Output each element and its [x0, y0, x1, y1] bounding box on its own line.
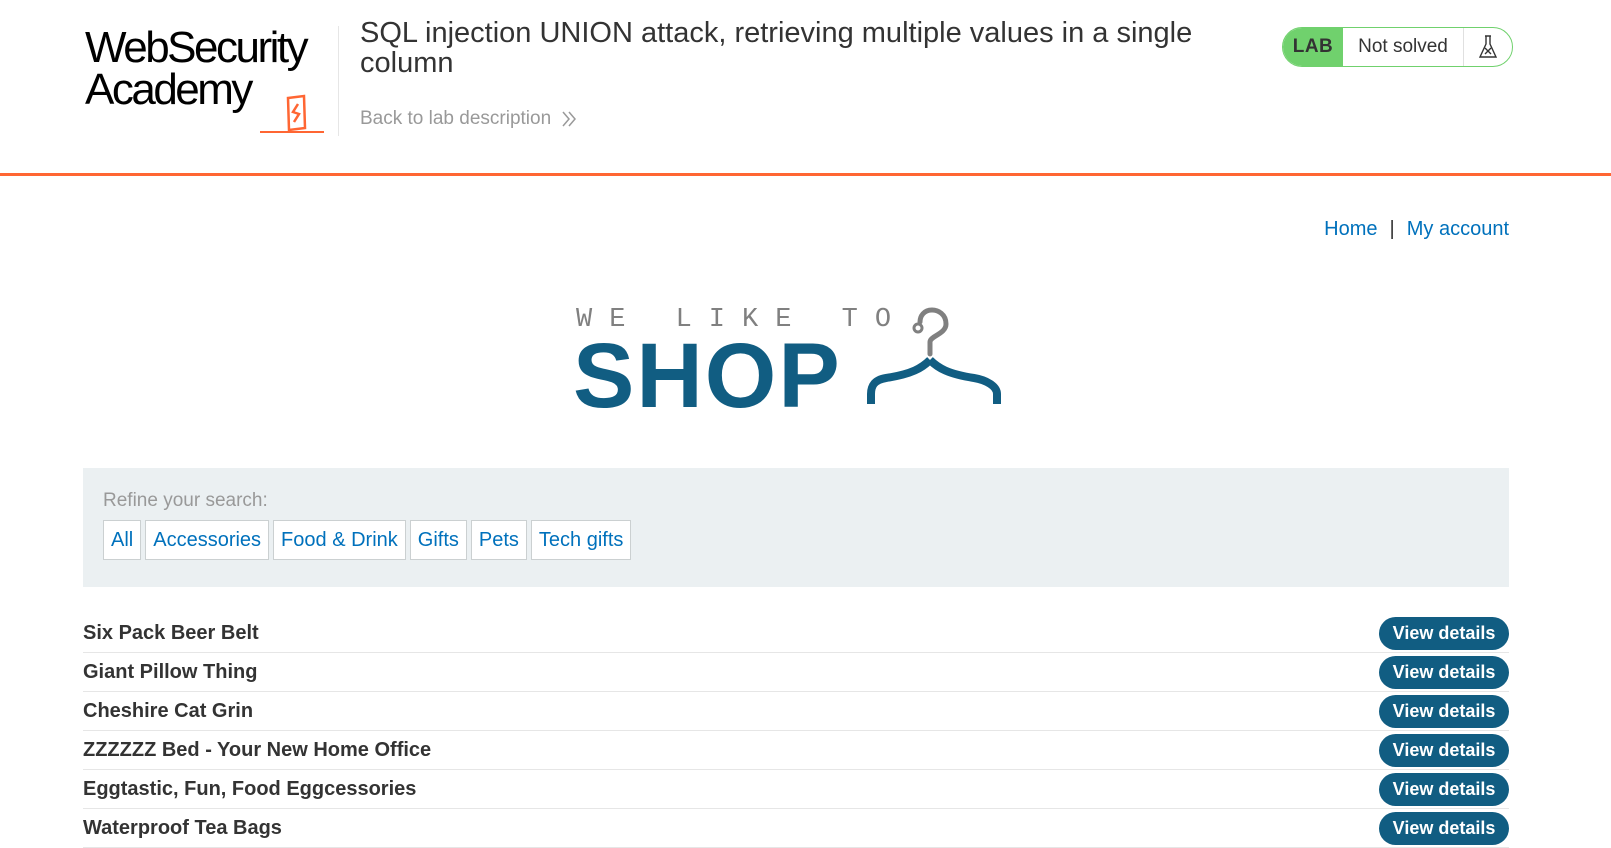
filter-gifts[interactable]: Gifts [409, 520, 467, 560]
home-link[interactable]: Home [1324, 218, 1377, 241]
product-name: Cheshire Cat Grin [83, 699, 254, 722]
filter-accessories[interactable]: Accessories [145, 520, 270, 560]
product-row: Waterproof Tea Bags View details [83, 809, 1509, 848]
double-chevron-right-icon [562, 111, 577, 127]
product-name: Waterproof Tea Bags [83, 816, 282, 839]
lab-status-icon-container [1464, 28, 1512, 66]
filter-food-drink[interactable]: Food & Drink [273, 520, 406, 560]
view-details-button[interactable]: View details [1379, 616, 1509, 650]
filter-pets[interactable]: Pets [470, 520, 527, 560]
product-list: Six Pack Beer Belt View details Giant Pi… [83, 614, 1509, 848]
product-row: Six Pack Beer Belt View details [83, 614, 1509, 653]
back-to-lab-description-link[interactable]: Back to lab description [360, 108, 577, 130]
view-details-button[interactable]: View details [1379, 811, 1509, 845]
back-link-label: Back to lab description [360, 108, 552, 129]
view-details-button[interactable]: View details [1379, 655, 1509, 689]
filter-list: All Accessories Food & Drink Gifts Pets … [103, 520, 1489, 560]
lab-badge: LAB [1283, 28, 1343, 66]
product-name: Giant Pillow Thing [83, 660, 258, 683]
academy-header: WebSecurity Academy SQL injection UNION … [0, 0, 1611, 176]
logo-text-line1: WebSecurity [85, 23, 309, 72]
search-filters: Refine your search: All Accessories Food… [83, 468, 1509, 587]
flask-icon [1478, 35, 1498, 58]
lab-title: SQL injection UNION attack, retrieving m… [360, 17, 1193, 79]
filter-all[interactable]: All [103, 520, 142, 560]
filter-tech-gifts[interactable]: Tech gifts [530, 520, 632, 560]
product-name: Eggtastic, Fun, Food Eggcessories [83, 777, 417, 800]
product-row: Giant Pillow Thing View details [83, 653, 1509, 692]
view-details-button[interactable]: View details [1379, 733, 1509, 767]
filters-label: Refine your search: [103, 490, 268, 511]
view-details-button[interactable]: View details [1379, 694, 1509, 728]
view-details-button[interactable]: View details [1379, 772, 1509, 806]
product-name: ZZZZZZ Bed - Your New Home Office [83, 738, 432, 761]
my-account-link[interactable]: My account [1407, 218, 1509, 241]
hanger-icon [867, 307, 1001, 404]
web-security-academy-logo[interactable]: WebSecurity Academy [85, 22, 325, 133]
logo-text-line2: Academy [85, 65, 253, 114]
product-row: Cheshire Cat Grin View details [83, 692, 1509, 731]
lab-status-text: Not solved [1343, 28, 1464, 66]
header-divider [338, 26, 339, 136]
academy-logo-icon [260, 94, 324, 133]
shop-banner: WE LIKE TO SHOP [573, 300, 1016, 430]
shop-wordmark: SHOP [573, 325, 842, 427]
product-row: Eggtastic, Fun, Food Eggcessories View d… [83, 770, 1509, 809]
top-navigation: Home | My account [1324, 218, 1509, 241]
product-name: Six Pack Beer Belt [83, 621, 259, 644]
lab-status-widget: LAB Not solved [1282, 27, 1513, 67]
nav-separator: | [1389, 218, 1395, 240]
product-row: ZZZZZZ Bed - Your New Home Office View d… [83, 731, 1509, 770]
